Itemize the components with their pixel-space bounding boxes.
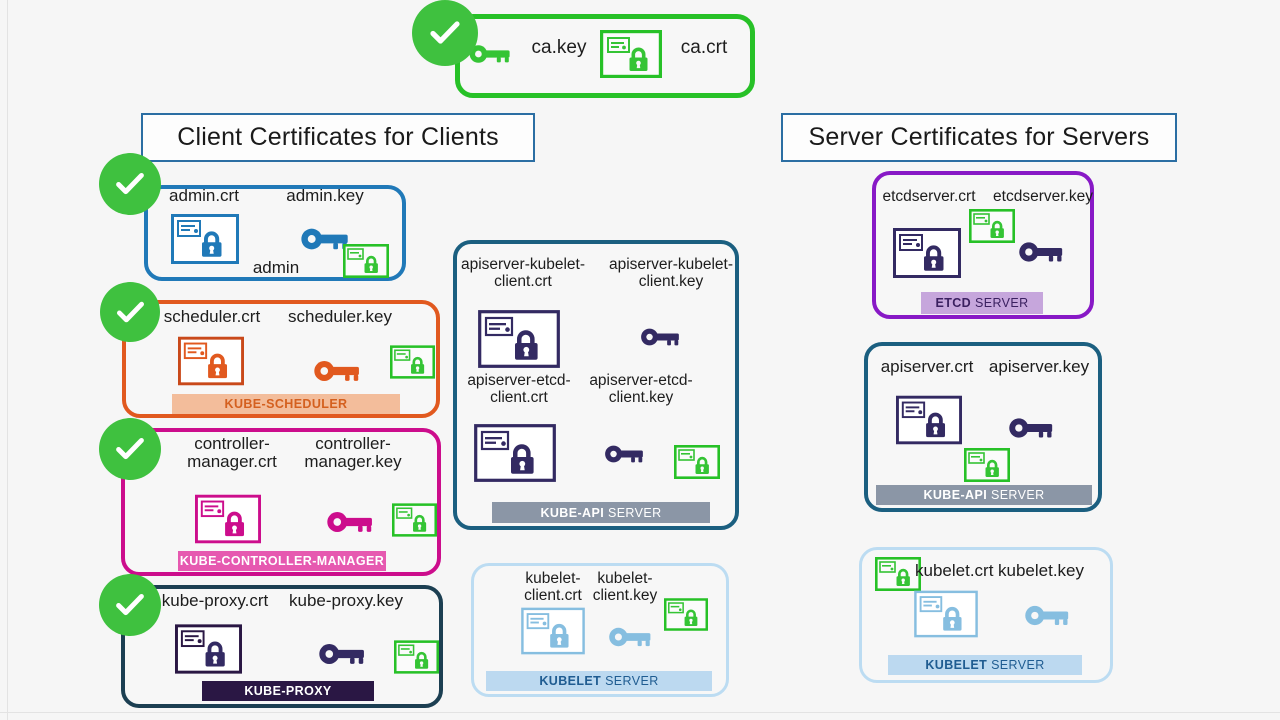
- diagram-canvas: ca.key ca.crt Client Certificates for Cl…: [0, 0, 1280, 720]
- etcdserver-ca-cert-icon: [969, 209, 1015, 243]
- controller-manager-banner-bold: KUBE-CONTROLLER-MANAGER: [179, 554, 385, 568]
- ca-crt-label: ca.crt: [680, 37, 728, 58]
- server-kubelet-banner-bold: KUBELET: [925, 658, 988, 672]
- kube-proxy-ca-cert-icon: [394, 640, 439, 674]
- apiserver-kubelet-client-crt-label: apiserver-kubelet- client.crt: [460, 256, 586, 290]
- apiserver-etcd-client-crt-label: apiserver-etcd- client.crt: [467, 372, 571, 406]
- server-kube-api-banner-bold: KUBE-API: [923, 488, 988, 502]
- controller-manager-crt-label: controller- manager.crt: [187, 434, 277, 472]
- scheduler-key-label: scheduler.key: [288, 307, 392, 326]
- kube-proxy-crt-label: kube-proxy.crt: [161, 591, 269, 610]
- kube-proxy-banner: KUBE-PROXY: [202, 681, 374, 701]
- etcd-server-banner: ETCD SERVER: [921, 292, 1043, 314]
- scheduler-cert-icon: [178, 336, 244, 386]
- middle-kubelet-banner: KUBELET SERVER: [486, 671, 712, 691]
- client-section-title: Client Certificates for Clients: [177, 123, 499, 151]
- apiserver-cert-icon: [896, 395, 962, 445]
- client-section-header: Client Certificates for Clients: [141, 113, 535, 162]
- etcd-server-banner-bold: ETCD: [935, 296, 972, 310]
- scheduler-check-icon: [100, 282, 160, 342]
- admin-cert-icon: [171, 214, 239, 264]
- scheduler-ca-cert-icon: [390, 345, 435, 379]
- apiserver-etcd-client-key-label: apiserver-etcd- client.key: [589, 372, 693, 406]
- apiserver-crt-label: apiserver.crt: [880, 357, 974, 376]
- apiserver-server-key-icon: [1008, 414, 1058, 442]
- admin-crt-label: admin.crt: [169, 186, 239, 205]
- scheduler-key-icon: [313, 357, 365, 385]
- server-section-header: Server Certificates for Servers: [781, 113, 1177, 162]
- controller-manager-banner: KUBE-CONTROLLER-MANAGER: [178, 551, 386, 571]
- ca-check-icon: [412, 0, 478, 66]
- admin-ca-cert-icon: [343, 244, 389, 278]
- apiserver-etcd-client-key-icon: [604, 442, 648, 466]
- server-kubelet-banner-thin: SERVER: [991, 658, 1045, 672]
- apiserver-ca-cert-icon: [674, 445, 720, 479]
- admin-check-icon: [99, 153, 161, 215]
- kubelet-server-key-icon: [1024, 602, 1074, 629]
- kube-proxy-check-icon: [99, 574, 161, 636]
- middle-kube-api-banner-bold: KUBE-API: [540, 505, 605, 520]
- middle-kubelet-banner-bold: KUBELET: [539, 674, 602, 688]
- kubelet-server-cert-icon: [914, 590, 978, 638]
- apiserver-server-ca-cert-icon: [964, 448, 1010, 482]
- kubelet-client-key-icon: [608, 624, 656, 650]
- server-kube-api-banner: KUBE-API SERVER: [876, 485, 1092, 505]
- kubelet-crt-label: kubelet.crt: [915, 561, 994, 580]
- kube-proxy-cert-icon: [175, 624, 242, 674]
- etcdserver-cert-icon: [893, 228, 961, 278]
- kubelet-client-cert-icon: [521, 607, 585, 655]
- scheduler-banner-bold: KUBE-SCHEDULER: [224, 397, 348, 411]
- admin-key-label: admin.key: [286, 186, 364, 205]
- kubelet-client-ca-cert-icon: [664, 598, 708, 631]
- kube-proxy-banner-bold: KUBE-PROXY: [244, 684, 332, 698]
- etcdserver-key-label: etcdserver.key: [993, 188, 1093, 205]
- etcdserver-key-icon: [1018, 238, 1068, 266]
- ca-key-label: ca.key: [531, 37, 587, 58]
- ca-cert-icon: [600, 30, 662, 78]
- apiserver-key-label: apiserver.key: [988, 357, 1090, 376]
- apiserver-etcd-client-cert-icon: [474, 424, 556, 482]
- server-section-title: Server Certificates for Servers: [808, 123, 1150, 151]
- middle-kubelet-banner-thin: SERVER: [605, 674, 659, 688]
- server-kube-api-banner-thin: SERVER: [990, 488, 1045, 502]
- kubelet-key-label: kubelet.key: [998, 561, 1084, 580]
- controller-manager-key-label: controller- manager.key: [304, 434, 402, 472]
- controller-manager-key-icon: [326, 508, 378, 536]
- etcdserver-crt-label: etcdserver.crt: [882, 188, 976, 205]
- apiserver-kubelet-client-key-label: apiserver-kubelet- client.key: [608, 256, 734, 290]
- admin-extra-label: admin: [252, 258, 300, 277]
- apiserver-kubelet-client-key-icon: [640, 325, 684, 349]
- slide-bottom-rule: [0, 712, 1280, 713]
- server-kubelet-banner: KUBELET SERVER: [888, 655, 1082, 675]
- controller-manager-check-icon: [99, 418, 161, 480]
- etcd-server-banner-thin: SERVER: [974, 296, 1029, 310]
- scheduler-crt-label: scheduler.crt: [163, 307, 261, 326]
- kube-proxy-key-label: kube-proxy.key: [288, 591, 403, 610]
- apiserver-kubelet-client-cert-icon: [478, 310, 560, 368]
- middle-kube-api-banner-thin: SERVER: [607, 505, 662, 520]
- middle-kube-api-banner: KUBE-API SERVER: [492, 502, 710, 523]
- kubelet-client-key-label: kubelet- client.key: [592, 570, 658, 604]
- controller-manager-ca-cert-icon: [392, 503, 437, 537]
- kube-proxy-key-icon: [318, 640, 370, 668]
- slide-left-rule: [7, 0, 8, 720]
- scheduler-banner: KUBE-SCHEDULER: [172, 394, 400, 414]
- controller-manager-cert-icon: [195, 494, 261, 544]
